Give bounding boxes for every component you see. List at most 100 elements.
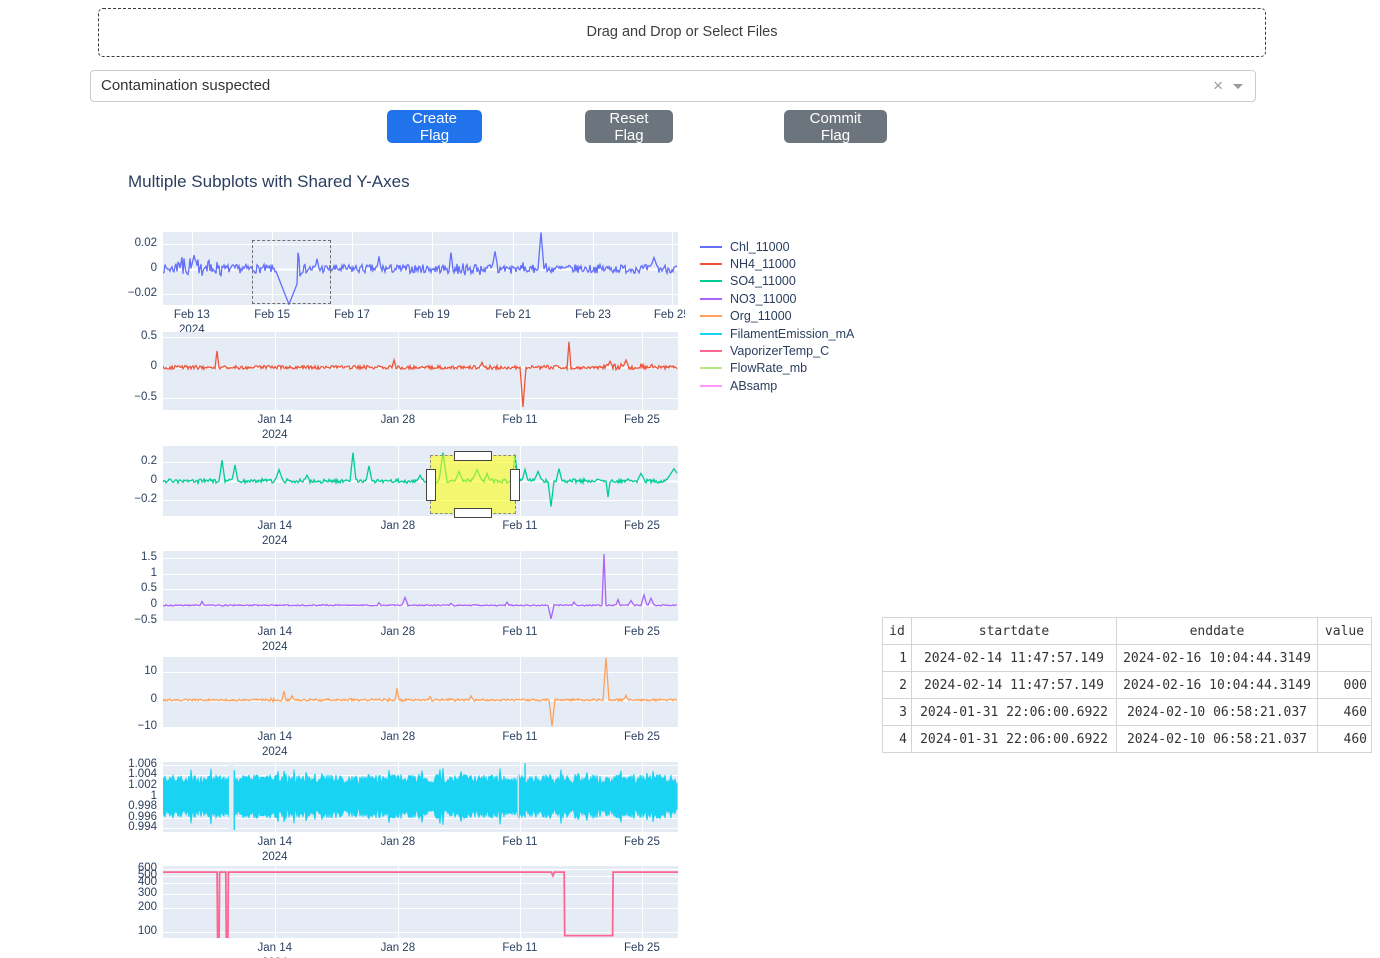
legend-line-swatch (700, 315, 722, 317)
reset-flag-button[interactable]: Reset Flag (585, 110, 673, 143)
x-tick-label: Feb 21 (478, 309, 548, 321)
commit-flag-button[interactable]: Commit Flag (784, 110, 887, 143)
y-tick-label: 0.02 (120, 237, 157, 249)
x-tick-label: Feb 11 (485, 836, 555, 848)
x-tick-label: Jan 14 (240, 626, 310, 638)
legend-label: SO4_11000 (730, 274, 796, 288)
table-cell-startdate: 2024-01-31 22:06:00.6922 (912, 726, 1117, 753)
table-column-header-id: id (883, 618, 912, 645)
selection-region-outline[interactable] (252, 240, 331, 304)
active-selection-region[interactable] (430, 455, 516, 514)
legend-item-VaporizerTemp_C[interactable]: VaporizerTemp_C (700, 342, 854, 359)
x-tick-label: Feb 25 (607, 414, 677, 426)
y-tick-label: 0.5 (120, 582, 157, 594)
selection-resize-handle[interactable] (426, 469, 436, 501)
y-tick-label: −10 (120, 720, 157, 732)
legend-label: VaporizerTemp_C (730, 344, 829, 358)
x-tick-label: Feb 25 (607, 731, 677, 743)
x-tick-label: Feb 23 (558, 309, 628, 321)
legend-line-swatch (700, 280, 722, 282)
y-tick-label: 0 (120, 360, 157, 372)
selection-resize-handle[interactable] (454, 508, 492, 518)
table-cell-startdate: 2024-02-14 11:47:57.149 (912, 645, 1117, 672)
table-cell-enddate: 2024-02-10 06:58:21.037 (1117, 699, 1318, 726)
x-tick-label: Jan 28 (363, 836, 433, 848)
table-header-row: idstartdateenddatevalue (883, 618, 1372, 645)
table-cell-value: 460 (1318, 726, 1372, 753)
flag-type-dropdown[interactable]: Contamination suspected × (90, 70, 1256, 102)
x-tick-label: Feb 25 (607, 836, 677, 848)
subplot-NH4_11000[interactable]: 0.50−0.5Jan 142024Jan 28Feb 11Feb 25 (163, 332, 678, 410)
flag-table-header: idstartdateenddatevalue (883, 618, 1372, 645)
table-cell-id: 1 (883, 645, 912, 672)
legend-label: Chl_11000 (730, 240, 790, 254)
x-tick-label: Jan 28 (363, 626, 433, 638)
table-row: 22024-02-14 11:47:57.1492024-02-16 10:04… (883, 672, 1372, 699)
subplot-Chl_11000[interactable]: 0.020−0.02Feb 132024Feb 15Feb 17Feb 19Fe… (163, 232, 678, 305)
legend-label: Org_11000 (730, 309, 792, 323)
x-tick-year-label: 2024 (240, 641, 310, 653)
table-cell-enddate: 2024-02-10 06:58:21.037 (1117, 726, 1318, 753)
x-tick-label: Jan 28 (363, 731, 433, 743)
create-flag-button[interactable]: Create Flag (387, 110, 482, 143)
chart-legend: Chl_11000 NH4_11000 SO4_11000 NO3_11000 Org_… (700, 238, 854, 395)
y-tick-label: 0.2 (120, 455, 157, 467)
x-tick-label: Jan 14 (240, 414, 310, 426)
file-upload-dropzone[interactable]: Drag and Drop or Select Files (98, 8, 1266, 57)
x-tick-label: Feb 17 (317, 309, 387, 321)
y-tick-label: 0 (120, 693, 157, 705)
y-tick-label: 10 (120, 665, 157, 677)
legend-line-swatch (700, 333, 722, 335)
legend-label: NH4_11000 (730, 257, 796, 271)
x-tick-label: Jan 28 (363, 414, 433, 426)
subplot-Org_11000[interactable]: 100−10Jan 142024Jan 28Feb 11Feb 25 (163, 657, 678, 727)
subplot-NO3_11000[interactable]: 1.510.50−0.5Jan 142024Jan 28Feb 11Feb 25 (163, 551, 678, 622)
legend-line-swatch (700, 263, 722, 265)
legend-item-SO4_11000[interactable]: SO4_11000 (700, 273, 854, 290)
y-tick-label: 100 (120, 925, 157, 937)
y-tick-label: −0.5 (120, 391, 157, 403)
table-row: 32024-01-31 22:06:00.69222024-02-10 06:5… (883, 699, 1372, 726)
legend-item-Chl_11000[interactable]: Chl_11000 (700, 238, 854, 255)
subplot-FilamentEmission_mA[interactable]: 1.0061.0041.00210.9980.9960.994Jan 14202… (163, 762, 678, 832)
legend-item-ABsamp[interactable]: ABsamp (700, 377, 854, 394)
x-tick-label: Feb 25 (607, 626, 677, 638)
legend-item-Org_11000[interactable]: Org_11000 (700, 308, 854, 325)
x-tick-label: Jan 14 (240, 836, 310, 848)
table-column-header-startdate: startdate (912, 618, 1117, 645)
table-cell-value: 460 (1318, 699, 1372, 726)
x-tick-year-label: 2024 (240, 429, 310, 441)
legend-item-FilamentEmission_mA[interactable]: FilamentEmission_mA (700, 325, 854, 342)
x-tick-label: Feb 11 (485, 626, 555, 638)
y-tick-label: −0.2 (120, 493, 157, 505)
selection-resize-handle[interactable] (454, 451, 492, 461)
subplot-VaporizerTemp_C[interactable]: 600500400300200100Jan 142024Jan 28Feb 11… (163, 866, 678, 938)
table-cell-value: 000 (1318, 672, 1372, 699)
table-cell-id: 3 (883, 699, 912, 726)
x-tick-year-label: 2024 (240, 535, 310, 547)
legend-item-FlowRate_mb[interactable]: FlowRate_mb (700, 360, 854, 377)
x-tick-label: Jan 28 (363, 942, 433, 954)
file-upload-label: Drag and Drop or Select Files (587, 24, 778, 40)
x-tick-label: Feb 25 (607, 520, 677, 532)
legend-item-NO3_11000[interactable]: NO3_11000 (700, 290, 854, 307)
legend-line-swatch (700, 367, 722, 369)
legend-line-swatch (700, 246, 722, 248)
chart-title: Multiple Subplots with Shared Y-Axes (128, 172, 410, 192)
legend-line-swatch (700, 385, 722, 387)
flag-table-body: 12024-02-14 11:47:57.1492024-02-16 10:04… (883, 645, 1372, 753)
table-row: 12024-02-14 11:47:57.1492024-02-16 10:04… (883, 645, 1372, 672)
flag-table: idstartdateenddatevalue 12024-02-14 11:4… (882, 617, 1372, 753)
legend-label: NO3_11000 (730, 292, 797, 306)
y-tick-label: 0 (120, 474, 157, 486)
clear-icon[interactable]: × (1213, 71, 1223, 100)
x-tick-label: Jan 14 (240, 520, 310, 532)
selection-resize-handle[interactable] (510, 469, 520, 501)
flag-type-selected-value: Contamination suspected (101, 71, 270, 101)
subplot-SO4_11000[interactable]: 0.20−0.2Jan 142024Jan 28Feb 11Feb 25 (163, 446, 678, 516)
table-cell-enddate: 2024-02-16 10:04:44.3149 (1117, 645, 1318, 672)
subplot-chart-area[interactable]: 0.020−0.02Feb 132024Feb 15Feb 17Feb 19Fe… (120, 225, 685, 958)
chevron-down-icon[interactable] (1233, 84, 1243, 89)
legend-item-NH4_11000[interactable]: NH4_11000 (700, 255, 854, 272)
y-tick-label: 1 (120, 567, 157, 579)
